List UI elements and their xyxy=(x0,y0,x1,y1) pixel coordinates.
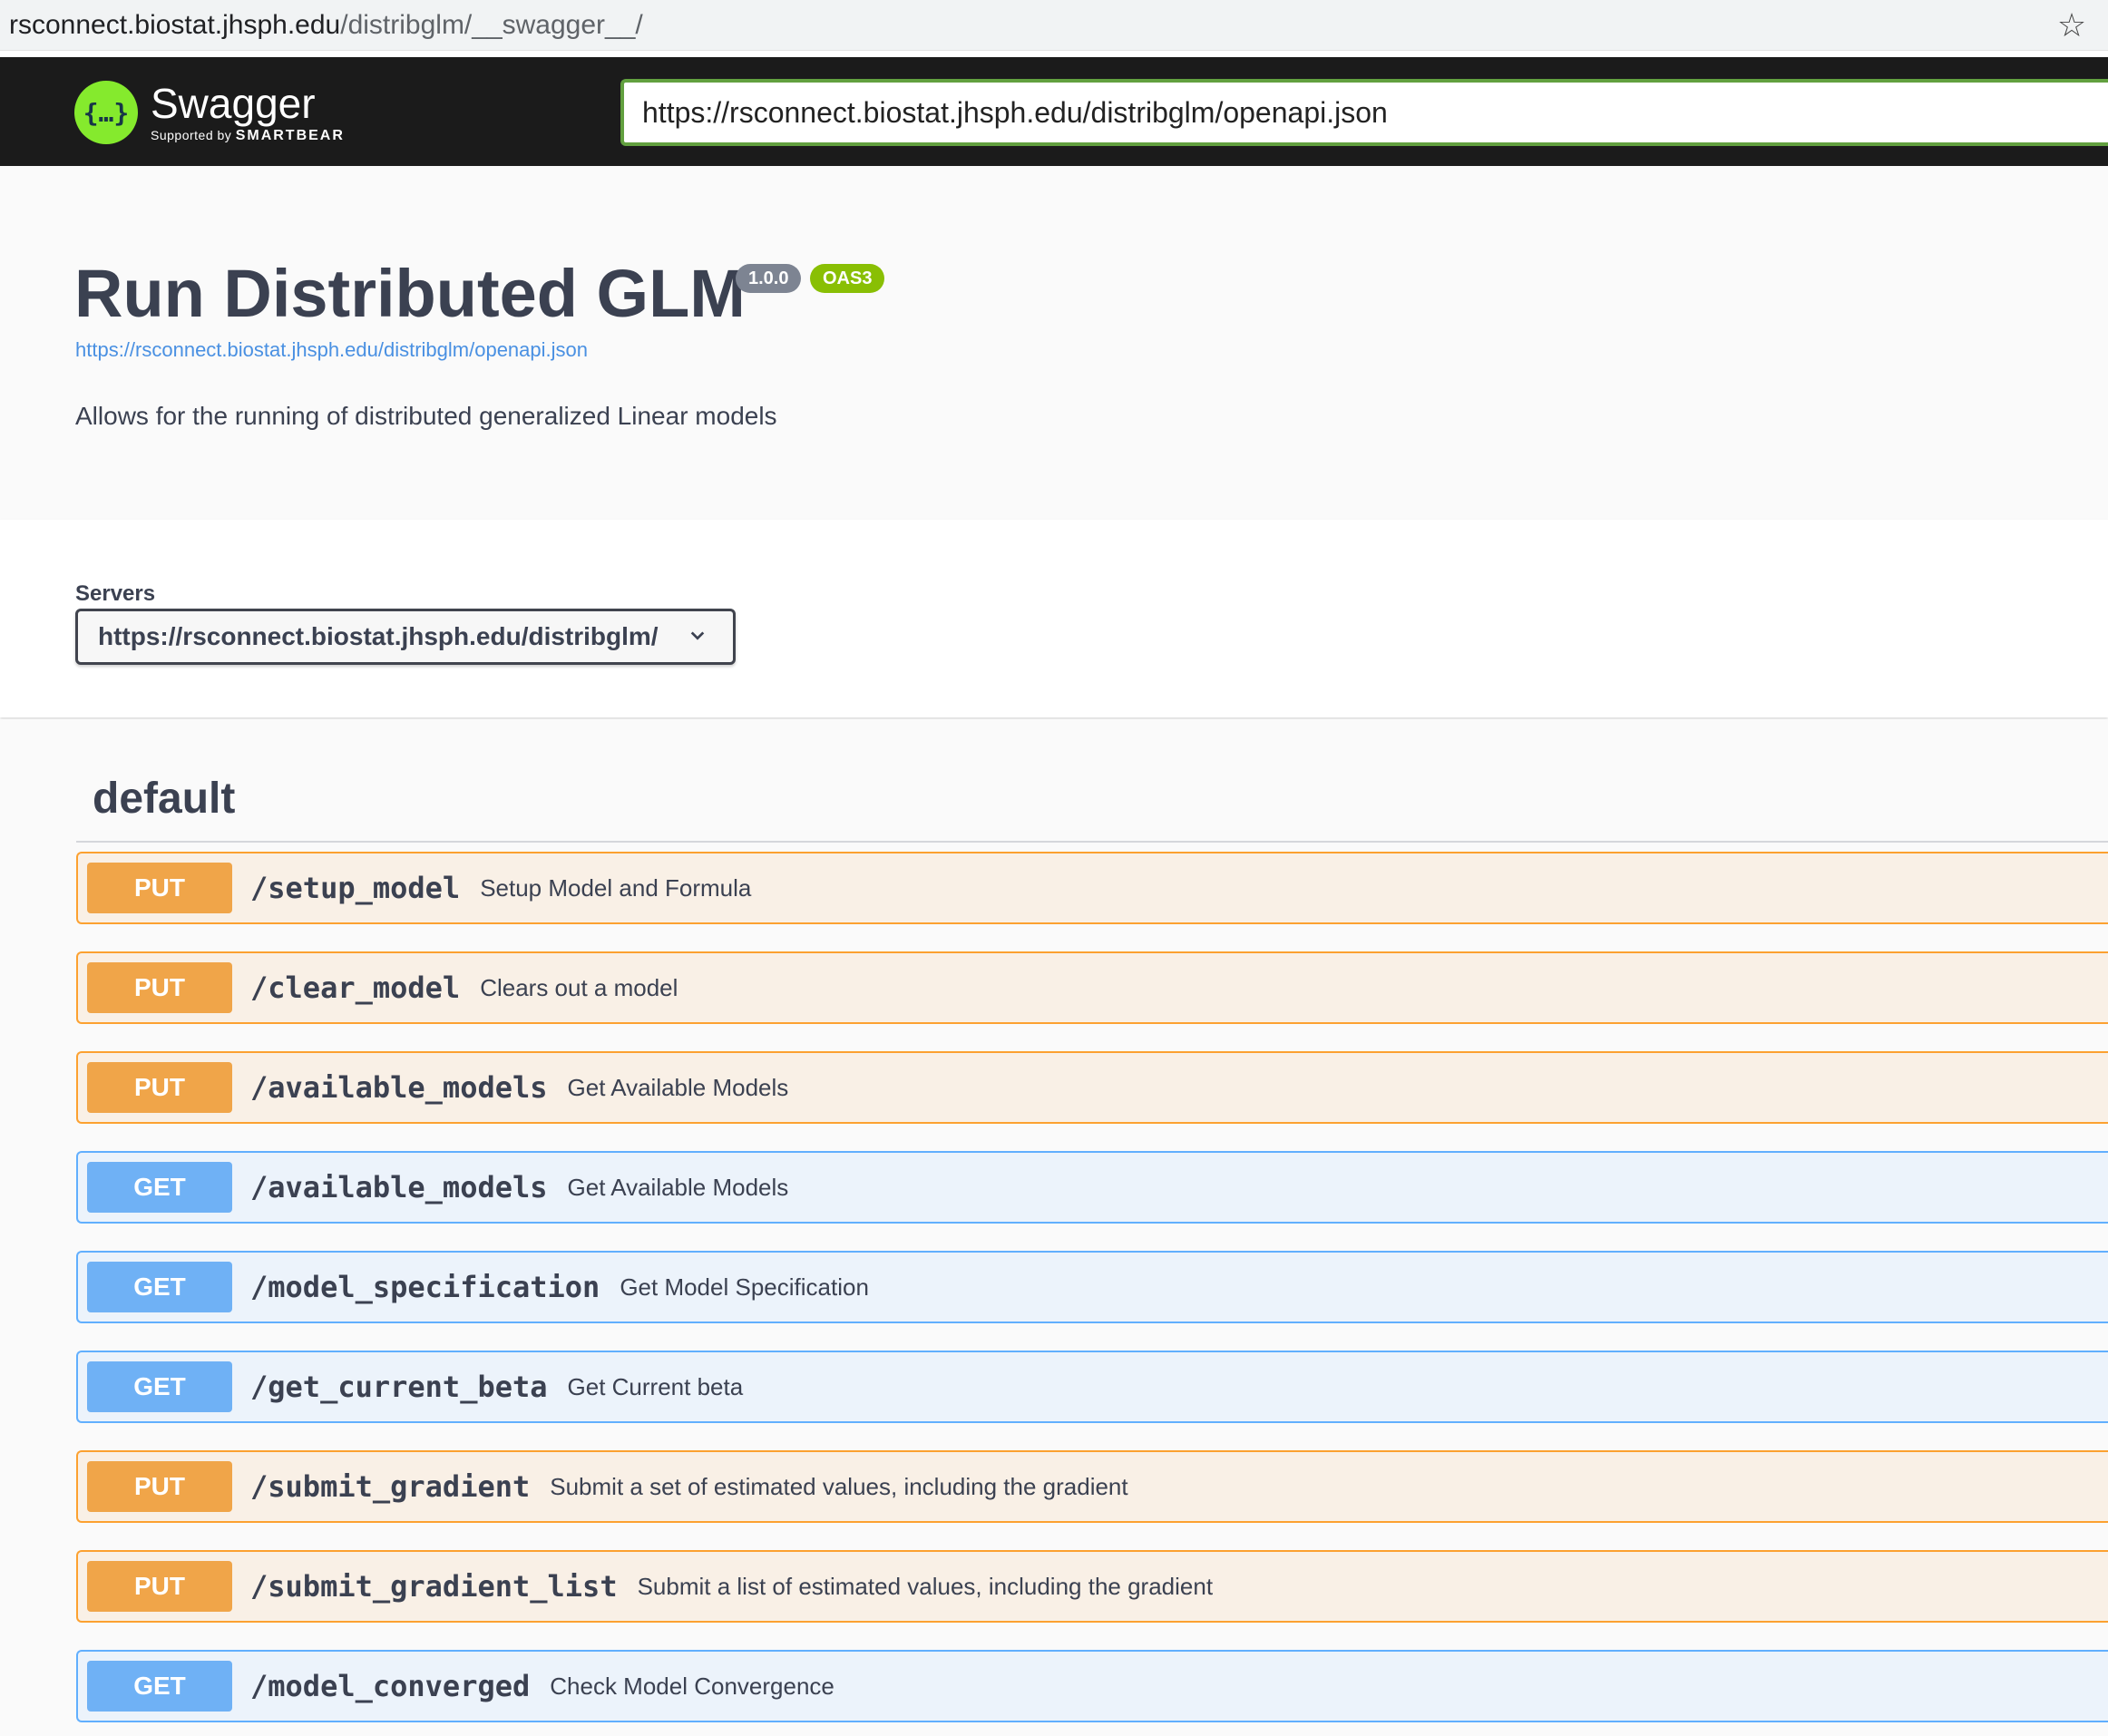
url-path: /distribglm/__swagger__/ xyxy=(340,9,643,40)
operation-summary: Get Current beta xyxy=(567,1372,744,1400)
operation-path: /available_models xyxy=(250,1170,548,1204)
operation-summary: Submit a set of estimated values, includ… xyxy=(550,1472,1128,1500)
operation-row[interactable]: GET /model_specification Get Model Speci… xyxy=(76,1251,2108,1323)
operation-path: /model_converged xyxy=(250,1669,531,1703)
method-badge: GET xyxy=(87,1262,232,1312)
operation-row[interactable]: PUT /submit_gradient_list Submit a list … xyxy=(76,1550,2108,1623)
operation-path: /model_specification xyxy=(250,1270,600,1304)
servers-section: Servers https://rsconnect.biostat.jhsph.… xyxy=(0,520,2108,717)
bookmark-star-icon[interactable]: ☆ xyxy=(2054,7,2090,44)
tag-divider xyxy=(76,841,2108,843)
method-badge: PUT xyxy=(87,962,232,1013)
browser-address-bar[interactable]: rsconnect.biostat.jhsph.edu/distribglm/_… xyxy=(0,0,2108,51)
operation-path: /get_current_beta xyxy=(250,1370,548,1404)
chevron-down-icon xyxy=(690,631,705,640)
api-description: Allows for the running of distributed ge… xyxy=(75,402,777,430)
method-badge: PUT xyxy=(87,863,232,913)
tag-title[interactable]: default xyxy=(93,774,235,824)
operation-row[interactable]: GET /model_converged Check Model Converg… xyxy=(76,1650,2108,1722)
operation-summary: Get Available Models xyxy=(567,1073,789,1101)
operation-row[interactable]: PUT /setup_model Setup Model and Formula xyxy=(76,852,2108,924)
oas-badge: OAS3 xyxy=(810,264,885,293)
operation-summary: Check Model Convergence xyxy=(550,1672,834,1700)
url-host: rsconnect.biostat.jhsph.edu xyxy=(9,9,341,40)
method-badge: PUT xyxy=(87,1461,232,1512)
operation-path: /submit_gradient xyxy=(250,1469,531,1504)
operation-summary: Get Available Models xyxy=(567,1173,789,1201)
operation-row[interactable]: PUT /clear_model Clears out a model xyxy=(76,951,2108,1024)
operation-row[interactable]: PUT /available_models Get Available Mode… xyxy=(76,1051,2108,1124)
operations-section: default PUT /setup_model Setup Model and… xyxy=(0,719,2108,1736)
browser-url[interactable]: rsconnect.biostat.jhsph.edu/distribglm/_… xyxy=(9,10,643,41)
swagger-logo-icon: {…} xyxy=(74,81,138,144)
logo-brand: SMARTBEAR xyxy=(235,128,345,143)
operation-summary: Get Model Specification xyxy=(620,1273,869,1301)
operation-summary: Clears out a model xyxy=(480,973,678,1001)
spec-url-input[interactable]: https://rsconnect.biostat.jhsph.edu/dist… xyxy=(620,79,2108,146)
method-badge: GET xyxy=(87,1661,232,1712)
operation-path: /setup_model xyxy=(250,871,461,905)
spec-link[interactable]: https://rsconnect.biostat.jhsph.edu/dist… xyxy=(75,338,588,362)
server-select-value: https://rsconnect.biostat.jhsph.edu/dist… xyxy=(98,622,659,650)
method-badge: GET xyxy=(87,1162,232,1213)
api-info: Run Distributed GLM 1.0.0 OAS3 https://r… xyxy=(0,166,2108,520)
operation-path: /available_models xyxy=(250,1070,548,1105)
method-badge: PUT xyxy=(87,1062,232,1113)
operation-row[interactable]: GET /available_models Get Available Mode… xyxy=(76,1151,2108,1224)
swagger-logo[interactable]: {…} Swagger Supported by SMARTBEAR xyxy=(74,77,345,148)
operation-row[interactable]: GET /get_current_beta Get Current beta xyxy=(76,1351,2108,1423)
operation-path: /clear_model xyxy=(250,970,461,1005)
logo-title: Swagger xyxy=(151,80,316,127)
operation-summary: Submit a list of estimated values, inclu… xyxy=(637,1572,1214,1600)
servers-label: Servers xyxy=(75,581,156,606)
logo-supported-by: Supported by SMARTBEAR xyxy=(151,128,345,144)
logo-supported-label: Supported by xyxy=(151,128,232,142)
method-badge: GET xyxy=(87,1361,232,1412)
operation-row[interactable]: PUT /submit_gradient Submit a set of est… xyxy=(76,1450,2108,1523)
api-title: Run Distributed GLM xyxy=(74,256,746,331)
swagger-topbar: {…} Swagger Supported by SMARTBEAR https… xyxy=(0,57,2108,166)
operation-summary: Setup Model and Formula xyxy=(480,873,752,902)
server-select[interactable]: https://rsconnect.biostat.jhsph.edu/dist… xyxy=(75,609,736,665)
version-badge: 1.0.0 xyxy=(736,264,802,293)
operation-path: /submit_gradient_list xyxy=(250,1569,618,1604)
method-badge: PUT xyxy=(87,1561,232,1612)
